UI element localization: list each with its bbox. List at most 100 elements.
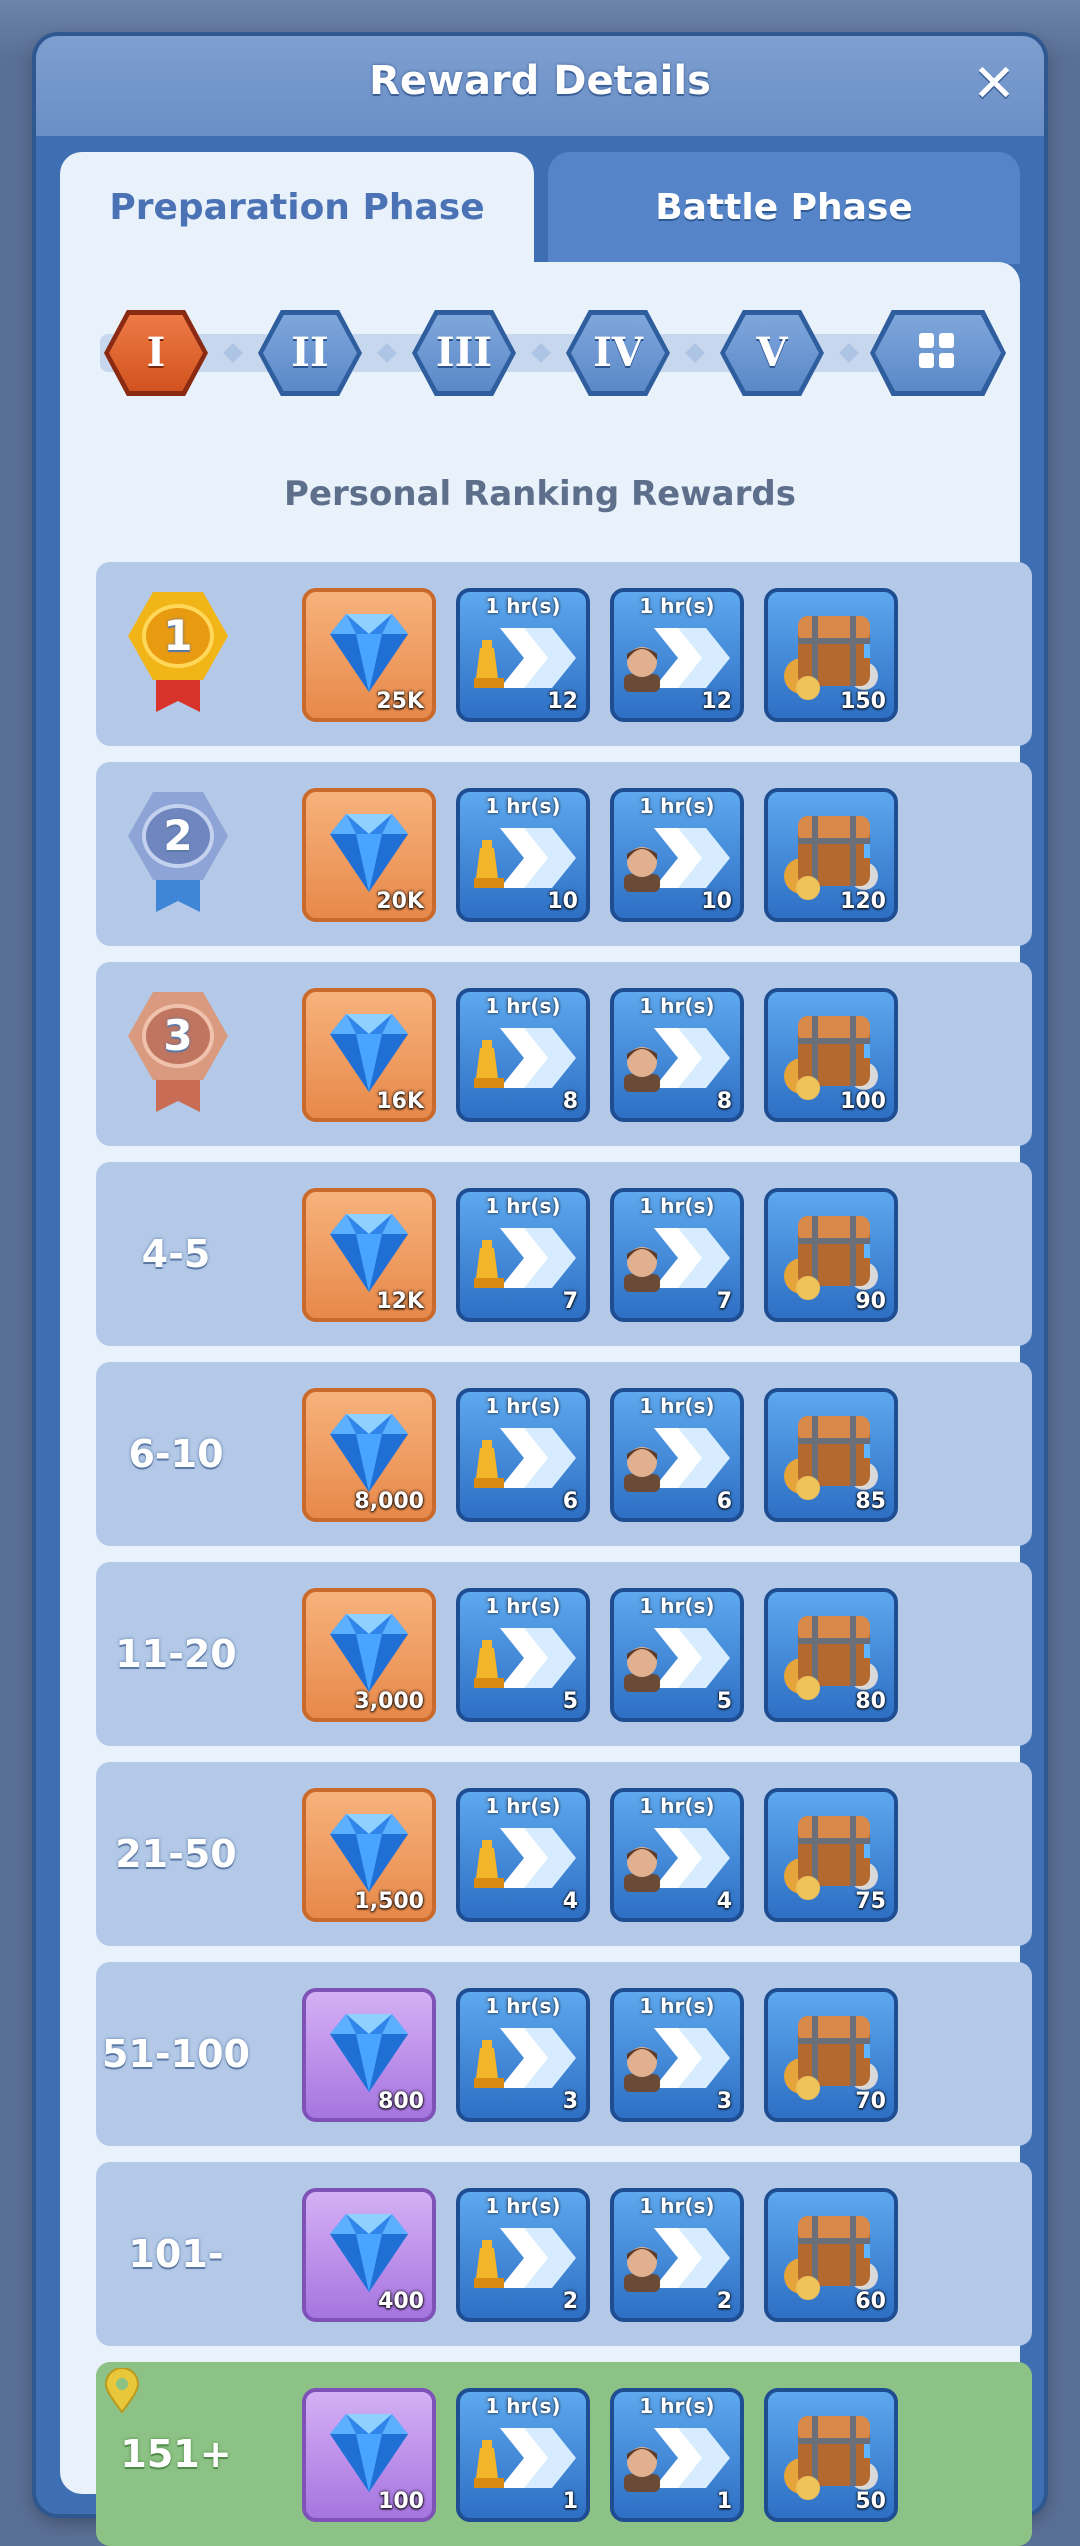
ranking-row: 51-100 800 1 hr(s) 3 1 hr(s) 3 70 [96, 1962, 1032, 2146]
speedup-duration-label: 1 hr(s) [485, 1194, 561, 1218]
phase-button-2[interactable]: II [258, 310, 362, 396]
reward-quantity: 7 [562, 1289, 578, 1314]
reward-quantity: 6 [716, 1489, 732, 1514]
phase-button-4[interactable]: IV [566, 310, 670, 396]
resource-chest-reward[interactable]: 85 [764, 1388, 898, 1522]
diamond-reward[interactable]: 8,000 [302, 1388, 436, 1522]
speedup-duration-label: 1 hr(s) [485, 1994, 561, 2018]
reward-quantity: 12 [547, 689, 578, 714]
phase-selector: I II III IV V [90, 310, 1006, 396]
resource-chest-reward[interactable]: 150 [764, 588, 898, 722]
rank-label: 21-50 [115, 1832, 237, 1876]
speedup-duration-label: 1 hr(s) [639, 994, 715, 1018]
phase-button-5[interactable]: V [720, 310, 824, 396]
reward-quantity: 5 [716, 1689, 732, 1714]
resource-chest-reward[interactable]: 70 [764, 1988, 898, 2122]
reward-quantity: 85 [855, 1489, 886, 1514]
speedup-duration-label: 1 hr(s) [485, 1794, 561, 1818]
training-speedup-reward[interactable]: 1 hr(s) 10 [610, 788, 744, 922]
reward-details-panel: Reward Details ✕ Preparation Phase Battl… [36, 36, 1044, 2546]
tab-preparation-phase[interactable]: Preparation Phase [60, 152, 534, 264]
rank-label: 11-20 [115, 1632, 237, 1676]
phase-button-all[interactable] [870, 310, 1006, 396]
reward-quantity: 8 [562, 1089, 578, 1114]
reward-quantity: 60 [855, 2289, 886, 2314]
training-speedup-reward[interactable]: 1 hr(s) 2 [610, 2188, 744, 2322]
reward-quantity: 3,000 [354, 1689, 424, 1714]
resource-chest-reward[interactable]: 120 [764, 788, 898, 922]
reward-quantity: 16K [376, 1089, 424, 1114]
speedup-duration-label: 1 hr(s) [485, 2394, 561, 2418]
speedup-duration-label: 1 hr(s) [639, 1994, 715, 2018]
research-speedup-reward[interactable]: 1 hr(s) 5 [456, 1588, 590, 1722]
reward-quantity: 1 [716, 2489, 732, 2514]
speedup-duration-label: 1 hr(s) [485, 1394, 561, 1418]
rank-label: 3 [96, 962, 256, 1146]
research-speedup-reward[interactable]: 1 hr(s) 1 [456, 2388, 590, 2522]
training-speedup-reward[interactable]: 1 hr(s) 12 [610, 588, 744, 722]
reward-quantity: 8 [716, 1089, 732, 1114]
diamond-reward[interactable]: 3,000 [302, 1588, 436, 1722]
training-speedup-reward[interactable]: 1 hr(s) 8 [610, 988, 744, 1122]
tab-battle-phase[interactable]: Battle Phase [548, 152, 1020, 264]
research-speedup-reward[interactable]: 1 hr(s) 7 [456, 1188, 590, 1322]
training-speedup-reward[interactable]: 1 hr(s) 6 [610, 1388, 744, 1522]
close-button[interactable]: ✕ [966, 56, 1022, 112]
speedup-duration-label: 1 hr(s) [639, 1794, 715, 1818]
reward-quantity: 800 [378, 2089, 424, 2114]
diamond-reward[interactable]: 1,500 [302, 1788, 436, 1922]
research-speedup-reward[interactable]: 1 hr(s) 8 [456, 988, 590, 1122]
research-speedup-reward[interactable]: 1 hr(s) 6 [456, 1388, 590, 1522]
diamond-reward[interactable]: 20K [302, 788, 436, 922]
phase-label: V [725, 315, 819, 391]
resource-chest-reward[interactable]: 75 [764, 1788, 898, 1922]
resource-chest-reward[interactable]: 50 [764, 2388, 898, 2522]
phase-button-1[interactable]: I [104, 310, 208, 396]
research-speedup-reward[interactable]: 1 hr(s) 3 [456, 1988, 590, 2122]
diamond-reward[interactable]: 100 [302, 2388, 436, 2522]
speedup-duration-label: 1 hr(s) [639, 594, 715, 618]
training-speedup-reward[interactable]: 1 hr(s) 5 [610, 1588, 744, 1722]
reward-quantity: 150 [840, 689, 886, 714]
ranking-row: 21-50 1,500 1 hr(s) 4 1 hr(s) 4 75 [96, 1762, 1032, 1946]
reward-quantity: 70 [855, 2089, 886, 2114]
ranking-row-current: 151+ 100 1 hr(s) 1 1 hr(s) 1 50 [96, 2362, 1032, 2546]
ranking-row: 1 25K 1 hr(s) 12 1 hr(s) 12 150 [96, 562, 1032, 746]
diamond-reward[interactable]: 16K [302, 988, 436, 1122]
research-speedup-reward[interactable]: 1 hr(s) 4 [456, 1788, 590, 1922]
resource-chest-reward[interactable]: 100 [764, 988, 898, 1122]
reward-quantity: 25K [376, 689, 424, 714]
resource-chest-reward[interactable]: 60 [764, 2188, 898, 2322]
rank-label: 6-10 [128, 1432, 224, 1476]
phase-button-3[interactable]: III [412, 310, 516, 396]
reward-quantity: 4 [716, 1889, 732, 1914]
research-speedup-reward[interactable]: 1 hr(s) 12 [456, 588, 590, 722]
medal-number: 1 [146, 608, 210, 664]
speedup-duration-label: 1 hr(s) [639, 2394, 715, 2418]
ranking-row: 101-150 400 1 hr(s) 2 1 hr(s) 2 60 [96, 2162, 1032, 2460]
diamond-reward[interactable]: 12K [302, 1188, 436, 1322]
training-speedup-reward[interactable]: 1 hr(s) 1 [610, 2388, 744, 2522]
speedup-duration-label: 1 hr(s) [485, 1594, 561, 1618]
diamond-reward[interactable]: 25K [302, 588, 436, 722]
training-speedup-reward[interactable]: 1 hr(s) 3 [610, 1988, 744, 2122]
diamond-reward[interactable]: 800 [302, 1988, 436, 2122]
rank-label: 2 [96, 762, 256, 946]
reward-quantity: 80 [855, 1689, 886, 1714]
resource-chest-reward[interactable]: 80 [764, 1588, 898, 1722]
rank-medal-icon: 1 [126, 592, 230, 714]
research-speedup-reward[interactable]: 1 hr(s) 10 [456, 788, 590, 922]
resource-chest-reward[interactable]: 90 [764, 1188, 898, 1322]
speedup-duration-label: 1 hr(s) [639, 794, 715, 818]
ranking-row: 2 20K 1 hr(s) 10 1 hr(s) 10 120 [96, 762, 1032, 946]
medal-number: 2 [146, 808, 210, 864]
reward-quantity: 20K [376, 889, 424, 914]
research-speedup-reward[interactable]: 1 hr(s) 2 [456, 2188, 590, 2322]
reward-quantity: 120 [840, 889, 886, 914]
training-speedup-reward[interactable]: 1 hr(s) 7 [610, 1188, 744, 1322]
reward-quantity: 75 [855, 1889, 886, 1914]
speedup-duration-label: 1 hr(s) [485, 794, 561, 818]
diamond-reward[interactable]: 400 [302, 2188, 436, 2322]
training-speedup-reward[interactable]: 1 hr(s) 4 [610, 1788, 744, 1922]
reward-quantity: 8,000 [354, 1489, 424, 1514]
